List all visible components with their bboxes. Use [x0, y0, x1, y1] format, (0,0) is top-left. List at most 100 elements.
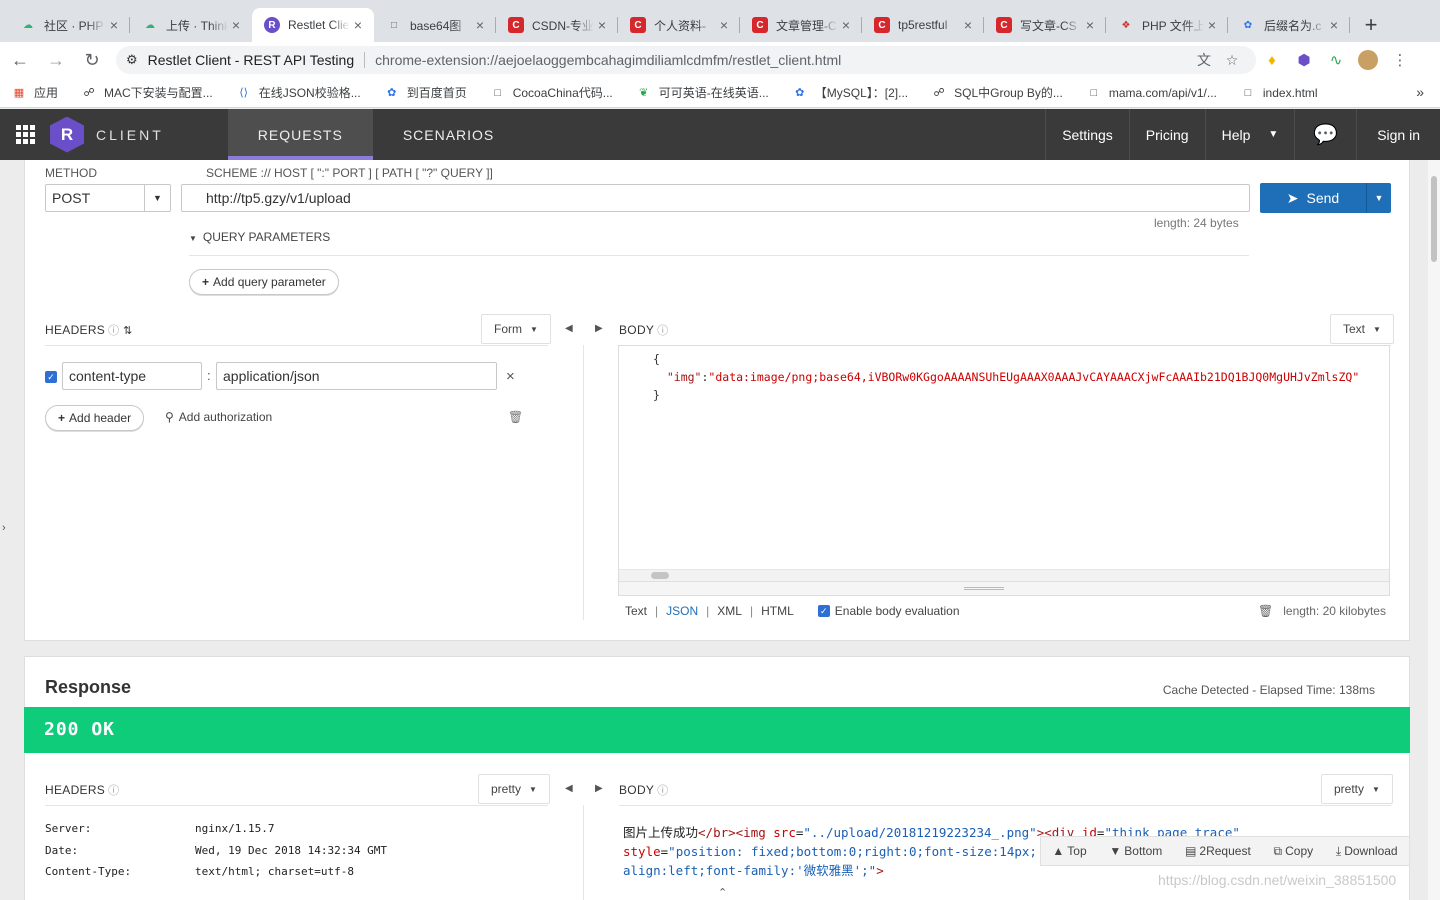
- close-icon[interactable]: ×: [838, 17, 854, 33]
- to-request-button[interactable]: ▤ 2Request: [1185, 844, 1251, 858]
- help-circle-icon[interactable]: ⓘ: [108, 325, 119, 337]
- help-menu[interactable]: Help ▼: [1204, 109, 1295, 160]
- bottom-button[interactable]: ▼ Bottom: [1109, 844, 1162, 858]
- bookmark-item[interactable]: □ index.html: [1241, 86, 1318, 100]
- tab-scenarios[interactable]: SCENARIOS: [373, 109, 524, 160]
- new-tab-button[interactable]: +: [1356, 8, 1386, 42]
- apps-grid-icon[interactable]: [0, 109, 50, 160]
- expand-sidebar-icon[interactable]: ›: [2, 522, 6, 534]
- format-html[interactable]: HTML: [759, 604, 796, 618]
- bookmarks-more-icon[interactable]: »: [1416, 84, 1424, 100]
- bookmark-item[interactable]: ☍ SQL中Group By的...: [932, 84, 1063, 101]
- reload-button[interactable]: ↻: [76, 44, 108, 76]
- sign-in-link[interactable]: Sign in: [1356, 109, 1440, 160]
- url-input[interactable]: [181, 184, 1250, 212]
- browser-tab[interactable]: ❖ PHP 文件上 ×: [1106, 8, 1228, 42]
- chat-icon[interactable]: 💬: [1294, 109, 1356, 160]
- close-icon[interactable]: ×: [1082, 17, 1098, 33]
- translate-icon[interactable]: 文: [1190, 50, 1218, 70]
- tab-requests[interactable]: REQUESTS: [227, 109, 373, 160]
- help-circle-icon[interactable]: ⓘ: [108, 785, 119, 797]
- browser-tab[interactable]: C 个人资料- ×: [618, 8, 740, 42]
- tab-title: 社区 · PHP: [44, 18, 104, 33]
- browser-tab[interactable]: C CSDN-专业 ×: [496, 8, 618, 42]
- menu-kebab-icon[interactable]: ⋮: [1384, 44, 1416, 76]
- scrollbar-thumb[interactable]: [651, 572, 669, 579]
- close-icon[interactable]: ×: [350, 17, 366, 33]
- close-icon[interactable]: ×: [472, 17, 488, 33]
- help-circle-icon[interactable]: ⓘ: [657, 325, 668, 337]
- header-value-field[interactable]: application/json: [216, 362, 497, 390]
- close-icon[interactable]: ×: [228, 17, 244, 33]
- browser-tab[interactable]: C 写文章-CS ×: [984, 8, 1106, 42]
- format-xml[interactable]: XML: [715, 604, 744, 618]
- address-bar[interactable]: ⚙ Restlet Client - REST API Testing chro…: [116, 46, 1256, 74]
- send-dropdown-icon[interactable]: ▼: [1366, 183, 1391, 213]
- bookmark-item[interactable]: □ CocoaChina代码...: [491, 84, 612, 101]
- download-button[interactable]: ⤓ Download: [1336, 844, 1398, 859]
- browser-tab[interactable]: ☁ 上传 · ThinkPHP×: [130, 8, 252, 42]
- bookmark-item[interactable]: □ mama.com/api/v1/...: [1087, 86, 1217, 100]
- chevron-up-icon[interactable]: ⌃: [718, 886, 727, 899]
- close-icon[interactable]: ×: [594, 17, 610, 33]
- browser-tab[interactable]: ☁ 社区 · PHP ×: [8, 8, 130, 42]
- horizontal-scrollbar[interactable]: [619, 569, 1389, 581]
- method-select[interactable]: POST ▼: [45, 184, 171, 212]
- forward-button[interactable]: →: [40, 44, 72, 76]
- resize-handle[interactable]: [619, 581, 1389, 595]
- browser-tab[interactable]: □ base64图 ×: [374, 8, 496, 42]
- close-icon[interactable]: ×: [506, 368, 515, 385]
- format-json[interactable]: JSON: [664, 604, 700, 618]
- collapse-left-icon[interactable]: ◀: [565, 783, 573, 794]
- close-icon[interactable]: ×: [1326, 17, 1342, 33]
- scrollbar-thumb[interactable]: [1431, 176, 1437, 262]
- avatar[interactable]: [1352, 44, 1384, 76]
- header-value: nginx/1.15.7: [195, 822, 275, 835]
- close-icon[interactable]: ×: [716, 17, 732, 33]
- add-query-param-button[interactable]: + Add query parameter: [189, 269, 339, 295]
- browser-tab[interactable]: C 文章管理-C ×: [740, 8, 862, 42]
- headers-mode-select[interactable]: Form ▼: [481, 314, 551, 344]
- query-params-toggle[interactable]: ▼ QUERY PARAMETERS: [189, 230, 330, 244]
- header-enabled-checkbox[interactable]: ✓: [45, 371, 57, 383]
- star-icon[interactable]: ☆: [1218, 52, 1246, 69]
- extension-icon[interactable]: ♦: [1256, 44, 1288, 76]
- bookmark-item[interactable]: ✿ 到百度首页: [385, 84, 467, 101]
- top-button[interactable]: ▲ Top: [1052, 844, 1086, 858]
- bookmark-item[interactable]: ❦ 可可英语-在线英语...: [637, 84, 769, 101]
- settings-link[interactable]: Settings: [1045, 109, 1129, 160]
- browser-tab[interactable]: R Restlet Client×: [252, 8, 374, 42]
- bookmark-item[interactable]: ⟨⟩ 在线JSON校验格...: [237, 84, 360, 101]
- page-scrollbar[interactable]: [1428, 160, 1440, 900]
- request-body-editor[interactable]: { "img":"data:image/png;base64,iVBORw0KG…: [618, 345, 1390, 596]
- add-header-button[interactable]: + Add header: [45, 405, 145, 431]
- close-icon[interactable]: ×: [960, 17, 976, 33]
- pricing-link[interactable]: Pricing: [1128, 109, 1205, 160]
- browser-tab[interactable]: Ctp5restful ×: [862, 8, 984, 42]
- bookmark-item[interactable]: ✿ 【MySQL】：[2]...: [793, 84, 908, 101]
- restlet-extension-icon[interactable]: ⬢: [1288, 44, 1320, 76]
- header-name-field[interactable]: content-type: [62, 362, 202, 390]
- activity-extension-icon[interactable]: ∿: [1320, 44, 1352, 76]
- close-icon[interactable]: ×: [1204, 17, 1220, 33]
- copy-button[interactable]: ⧉ Copy: [1274, 844, 1314, 859]
- trash-icon[interactable]: 🗑: [1258, 604, 1273, 618]
- browser-tab[interactable]: ✿ 后缀名为.c ×: [1228, 8, 1350, 42]
- collapse-left-icon[interactable]: ◀: [565, 323, 573, 334]
- expand-right-icon[interactable]: ▶: [595, 323, 603, 334]
- body-mode-select[interactable]: Text ▼: [1330, 314, 1394, 344]
- back-button[interactable]: ←: [4, 44, 36, 76]
- format-text[interactable]: Text: [623, 604, 649, 618]
- sort-icon[interactable]: ⇅: [123, 325, 133, 337]
- trash-icon[interactable]: 🗑: [508, 410, 523, 424]
- bookmark-item[interactable]: ☍ MAC下安装与配置...: [82, 84, 212, 101]
- response-body-mode-select[interactable]: pretty ▼: [1321, 774, 1393, 804]
- help-circle-icon[interactable]: ⓘ: [657, 785, 668, 797]
- close-icon[interactable]: ×: [106, 17, 122, 33]
- bookmark-item[interactable]: ▦ 应用: [12, 84, 58, 101]
- expand-right-icon[interactable]: ▶: [595, 783, 603, 794]
- enable-body-eval-checkbox[interactable]: ✓: [817, 605, 830, 617]
- add-authorization-link[interactable]: ⚲ Add authorization: [165, 410, 272, 424]
- response-headers-mode-select[interactable]: pretty ▼: [478, 774, 550, 804]
- send-button[interactable]: ➤ Send ▼: [1260, 183, 1391, 213]
